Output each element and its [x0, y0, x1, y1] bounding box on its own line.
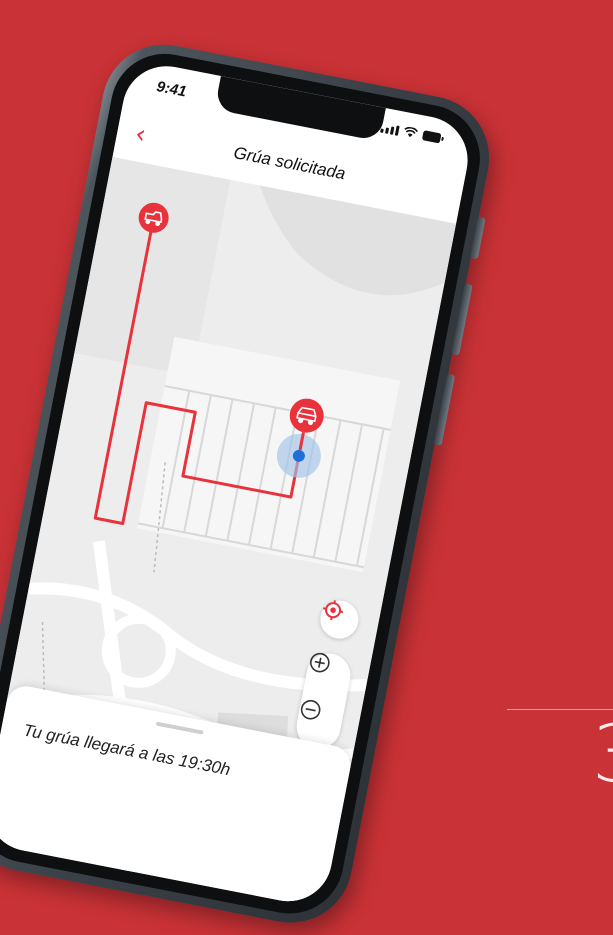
minus-icon [300, 699, 321, 720]
phone-mockup: 9:41 ‹ Grúa solicitada Tu grúa llegará a… [0, 34, 500, 934]
wifi-icon [404, 126, 418, 138]
zoom-in-button[interactable] [302, 650, 354, 706]
status-time: 9:41 [155, 78, 188, 101]
plus-icon [310, 652, 330, 673]
battery-icon [422, 130, 444, 144]
section-number: 3 [592, 716, 613, 794]
target-icon [323, 600, 344, 621]
signal-icon [380, 123, 400, 136]
phone-screen: 9:41 ‹ Grúa solicitada Tu grúa llegará a… [0, 58, 476, 909]
status-icons [380, 122, 445, 145]
sheet-grabber[interactable] [155, 721, 204, 735]
